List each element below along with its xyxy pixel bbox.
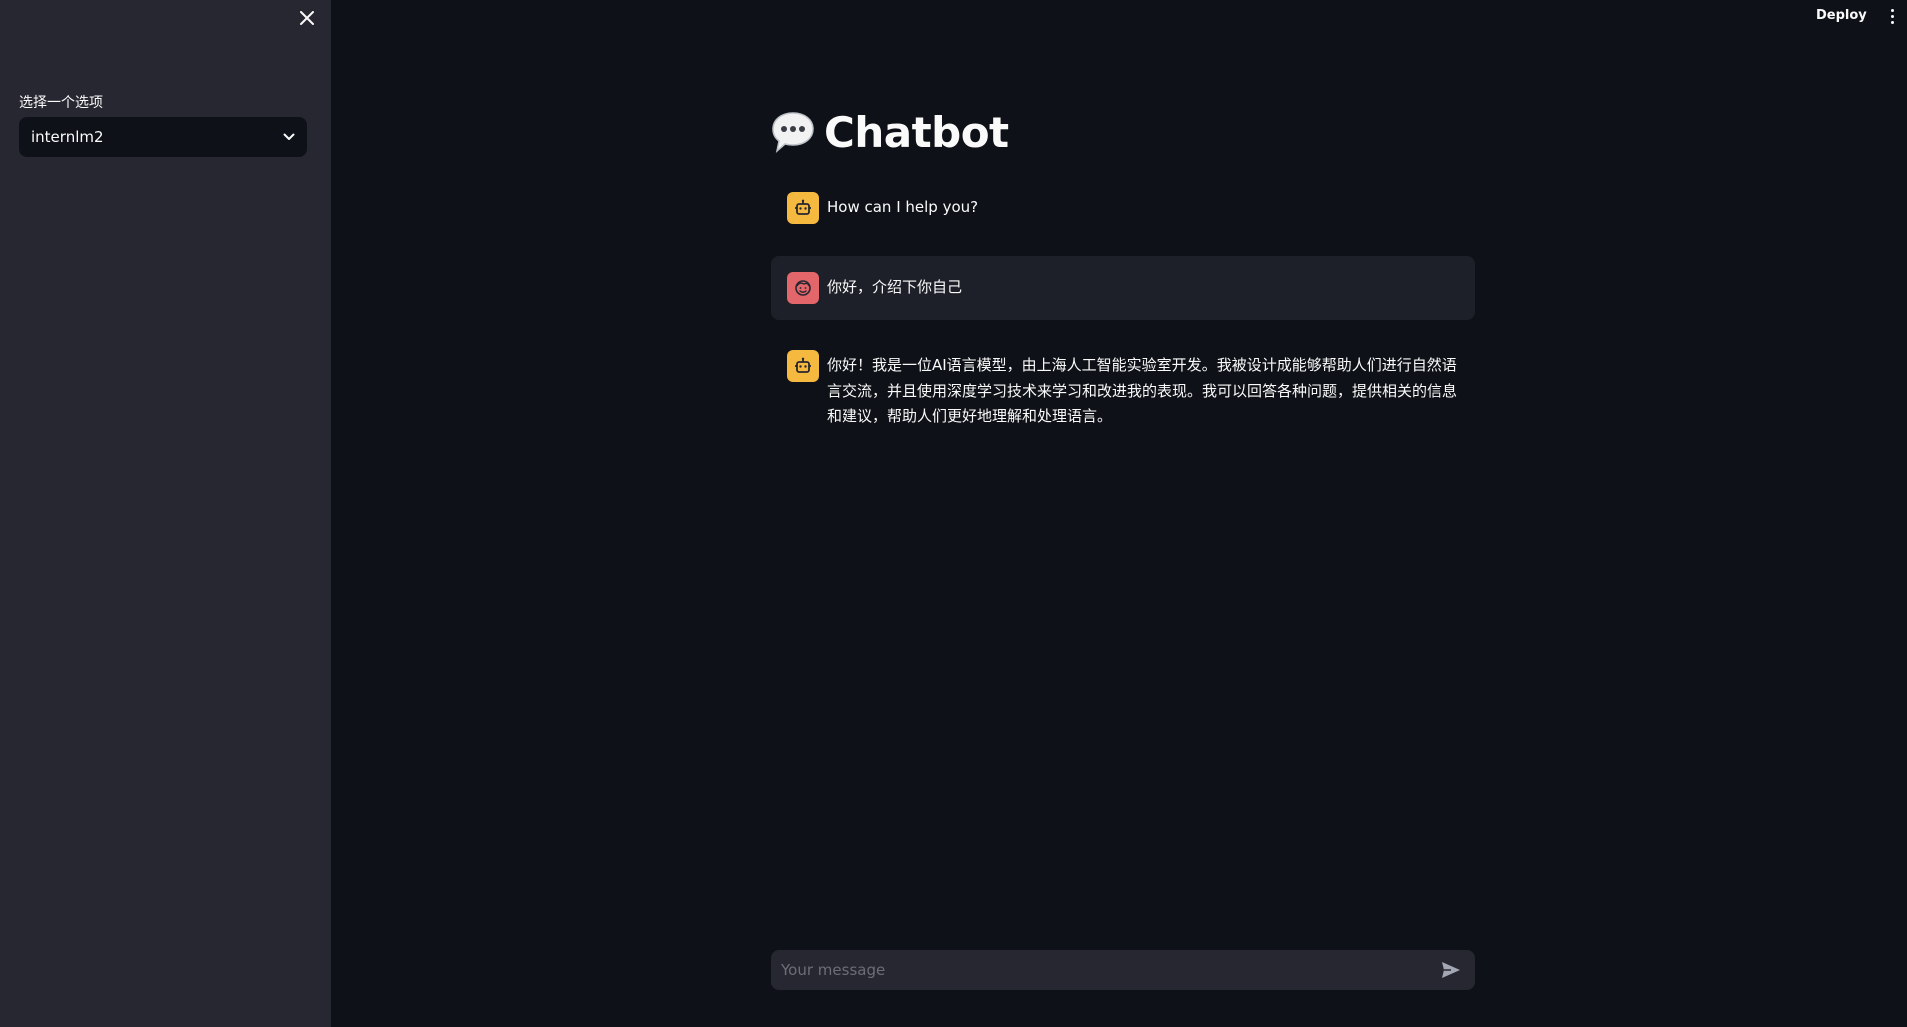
page-title-text: Chatbot	[824, 107, 1009, 157]
chat-input[interactable]	[781, 961, 1437, 979]
robot-icon	[795, 357, 811, 373]
user-avatar	[787, 272, 819, 304]
model-select-value: internlm2	[31, 128, 104, 146]
speech-bubble-icon	[772, 112, 814, 154]
message-text: 你好，介绍下你自己	[827, 278, 963, 297]
assistant-avatar	[787, 350, 819, 382]
chat-input-container	[771, 950, 1475, 990]
close-sidebar-button[interactable]	[295, 6, 319, 30]
chat-message-user: 你好，介绍下你自己	[771, 256, 1475, 320]
page-title: Chatbot	[770, 104, 1009, 160]
select-label: 选择一个选项	[19, 95, 103, 111]
app: 选择一个选项 internlm2 Deploy Chatbot How can …	[0, 0, 1907, 1027]
message-text: 你好！我是一位AI语言模型，由上海人工智能实验室开发。我被设计成能够帮助人们进行…	[827, 356, 1458, 425]
chat-message-assistant: 你好！我是一位AI语言模型，由上海人工智能实验室开发。我被设计成能够帮助人们进行…	[771, 350, 1475, 430]
deploy-button[interactable]: Deploy	[1816, 6, 1867, 26]
model-select[interactable]: internlm2	[19, 117, 307, 157]
chevron-down-icon	[283, 133, 295, 140]
message-text: How can I help you?	[827, 198, 979, 216]
menu-dot	[1890, 20, 1894, 24]
chat-message-assistant: How can I help you?	[771, 192, 1475, 224]
smiley-face-icon	[795, 280, 811, 296]
assistant-avatar	[787, 192, 819, 224]
send-button[interactable]	[1437, 956, 1465, 984]
main-menu-button[interactable]	[1884, 5, 1900, 27]
robot-icon	[795, 199, 811, 215]
send-icon	[1442, 962, 1460, 978]
sidebar: 选择一个选项 internlm2	[0, 0, 331, 1027]
close-icon	[300, 11, 314, 25]
menu-dot	[1890, 8, 1894, 12]
menu-dot	[1890, 14, 1894, 18]
